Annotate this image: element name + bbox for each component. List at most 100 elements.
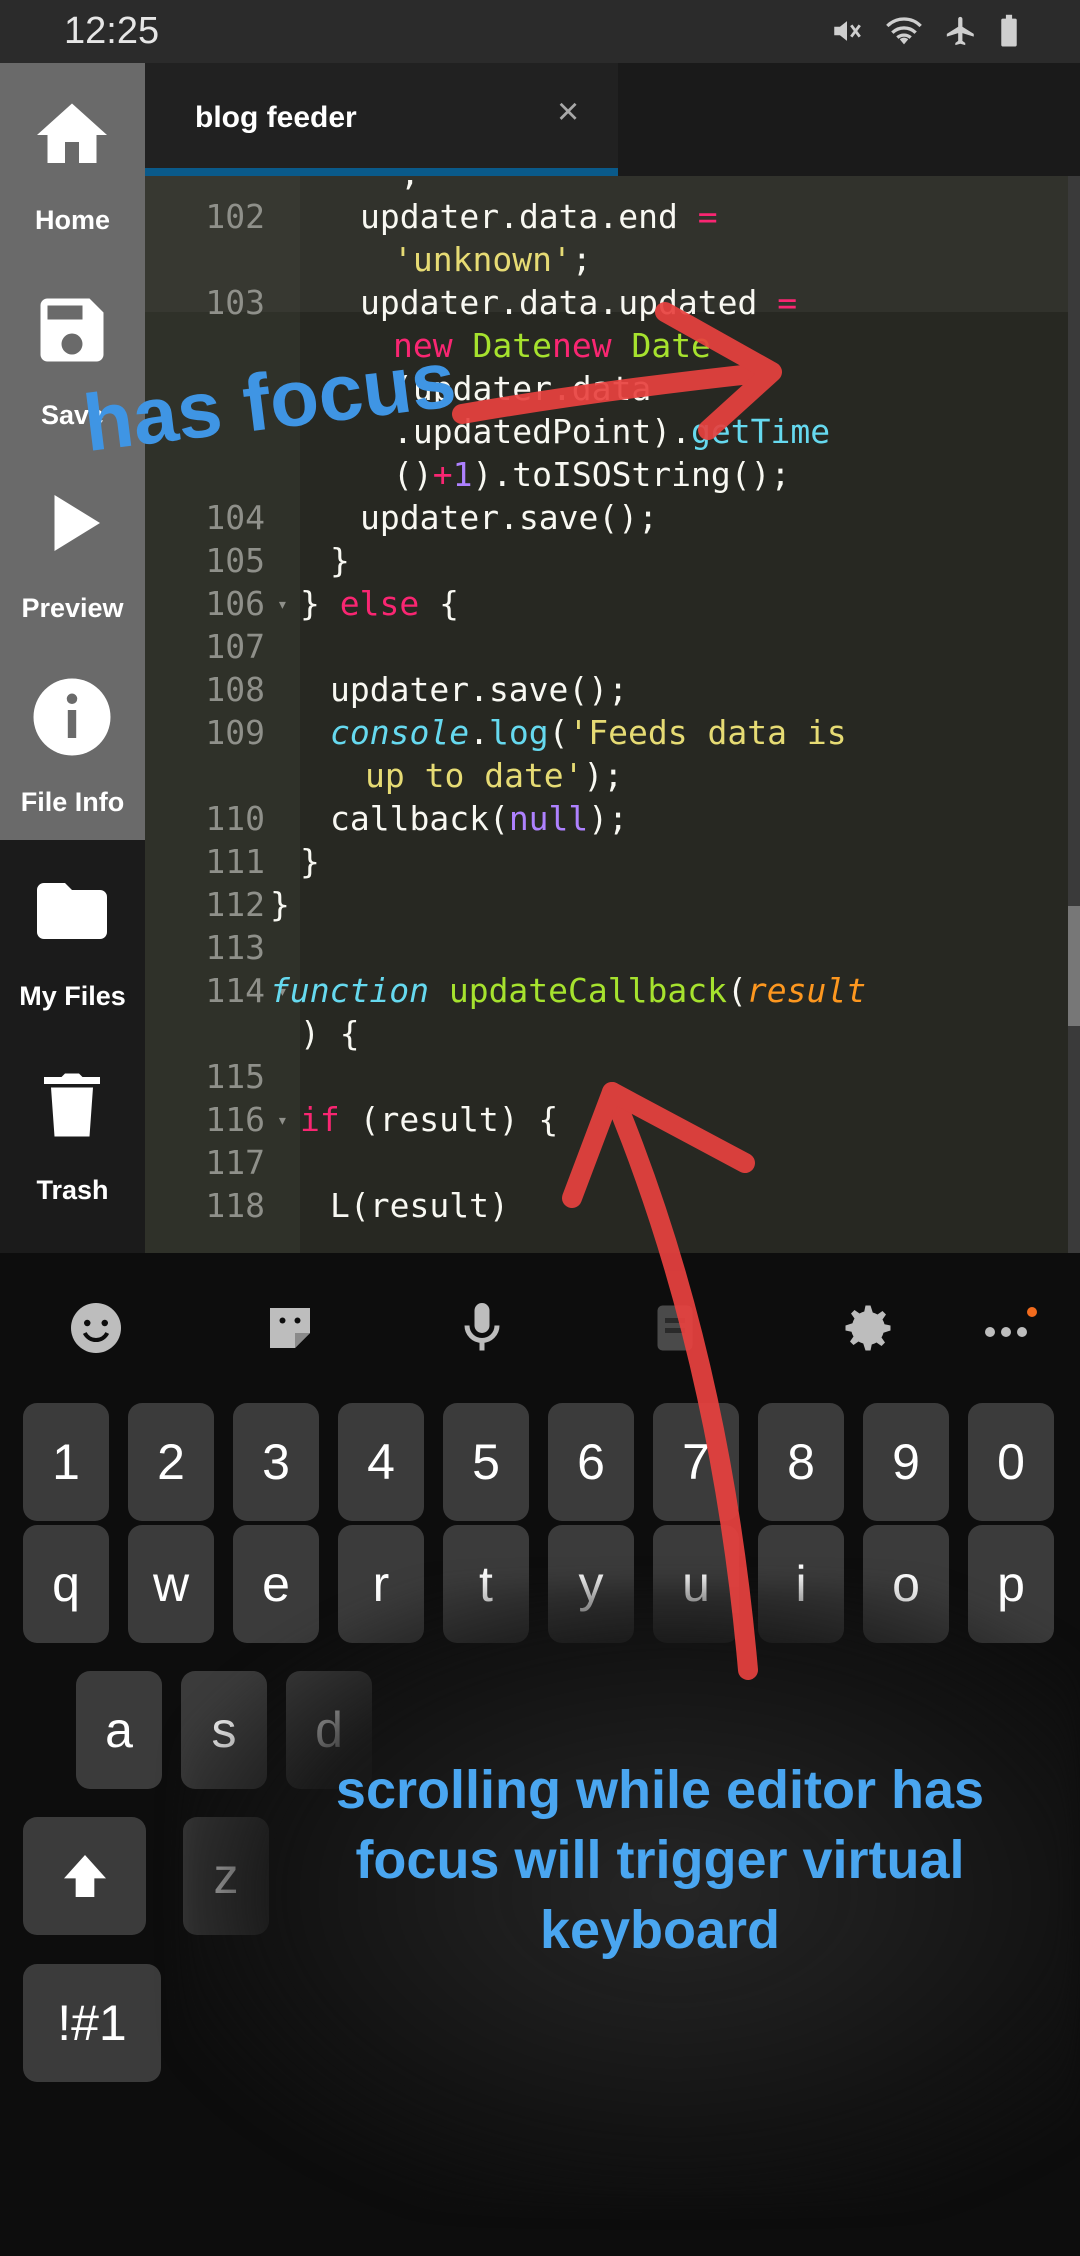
settings-icon[interactable] bbox=[838, 1298, 898, 1358]
sidebar-item-label: File Info bbox=[20, 787, 125, 817]
key-3[interactable]: 3 bbox=[233, 1403, 319, 1521]
line-number: 106 bbox=[205, 584, 265, 623]
fold-icon[interactable]: ▾ bbox=[277, 594, 288, 615]
close-icon[interactable]: × bbox=[557, 91, 579, 134]
line-number: 114 bbox=[205, 971, 265, 1010]
mute-icon bbox=[830, 14, 864, 53]
code-text: function updateCallback(result bbox=[270, 971, 867, 1010]
line-number: 110 bbox=[205, 799, 265, 838]
code-text: updater.data.updated = bbox=[360, 283, 798, 322]
code-line[interactable]: 112} bbox=[145, 885, 1080, 928]
status-bar: 12:25 bbox=[0, 0, 1080, 63]
line-number: 102 bbox=[205, 197, 265, 236]
code-line[interactable]: 'unknown'; bbox=[145, 240, 1080, 283]
key-5[interactable]: 5 bbox=[443, 1403, 529, 1521]
code-text: up to date'); bbox=[365, 756, 624, 795]
code-line[interactable]: 104 updater.save(); bbox=[145, 498, 1080, 541]
key-1[interactable]: 1 bbox=[23, 1403, 109, 1521]
status-icons bbox=[830, 14, 1020, 53]
emoji-icon[interactable] bbox=[66, 1298, 126, 1358]
code-text: } bbox=[330, 541, 350, 580]
sidebar-item-label: Trash bbox=[36, 1175, 109, 1205]
key-a[interactable]: a bbox=[76, 1671, 162, 1789]
sidebar-item-preview[interactable]: Preview bbox=[0, 481, 145, 671]
sidebar-item-label: Preview bbox=[21, 593, 124, 623]
clipboard-icon[interactable] bbox=[645, 1298, 705, 1358]
tab-bar: blog feeder × bbox=[145, 63, 1080, 176]
save-icon bbox=[40, 298, 104, 362]
airplane-icon bbox=[944, 14, 978, 53]
play-icon bbox=[54, 495, 100, 551]
code-line[interactable]: 111} bbox=[145, 842, 1080, 885]
code-line[interactable]: 113 bbox=[145, 928, 1080, 971]
code-line[interactable]: ) { bbox=[145, 1014, 1080, 1057]
tab-blog-feeder[interactable]: blog feeder × bbox=[145, 63, 618, 176]
code-editor[interactable]: ; 102 updater.data.end = 'unknown'; 103 updat… bbox=[145, 176, 1080, 1253]
battery-icon bbox=[998, 14, 1020, 53]
shift-key[interactable] bbox=[23, 1817, 146, 1935]
code-text: updater.save(); bbox=[360, 498, 659, 537]
code-text: ()+1).toISOString(); bbox=[393, 455, 791, 494]
code-text: } bbox=[300, 842, 320, 881]
sidebar-item-my-files[interactable]: My Files bbox=[0, 869, 145, 1059]
key-8[interactable]: 8 bbox=[758, 1403, 844, 1521]
code-line[interactable]: ()+1).toISOString(); bbox=[145, 455, 1080, 498]
sidebar-item-file-info[interactable]: File Info bbox=[0, 675, 145, 865]
annotation-scrolling-note: scrolling while editor has focus will tr… bbox=[310, 1755, 1010, 1965]
code-text: if (result) { bbox=[300, 1100, 559, 1139]
code-line[interactable]: 118 L(result) bbox=[145, 1186, 1080, 1229]
annotation-line: focus will trigger virtual bbox=[355, 1830, 965, 1890]
line-number: 109 bbox=[205, 713, 265, 752]
fold-icon[interactable]: ▾ bbox=[277, 1110, 288, 1131]
code-line[interactable]: 116 ▾ if (result) { bbox=[145, 1100, 1080, 1143]
code-line[interactable]: 102 updater.data.end = bbox=[145, 197, 1080, 240]
line-number: 112 bbox=[205, 885, 265, 924]
code-line[interactable]: 107 bbox=[145, 627, 1080, 670]
key-9[interactable]: 9 bbox=[863, 1403, 949, 1521]
folder-icon bbox=[37, 883, 107, 939]
code-text: updater.data.end = bbox=[360, 197, 718, 236]
sidebar-item-home[interactable]: Home bbox=[0, 93, 145, 283]
code-line[interactable]: 105} bbox=[145, 541, 1080, 584]
line-number: 104 bbox=[205, 498, 265, 537]
key-6[interactable]: 6 bbox=[548, 1403, 634, 1521]
code-line[interactable]: 110 callback(null); bbox=[145, 799, 1080, 842]
key-q[interactable]: q bbox=[23, 1525, 109, 1643]
sidebar-item-trash[interactable]: Trash bbox=[0, 1063, 145, 1253]
code-text: ) { bbox=[300, 1014, 360, 1053]
code-text: L(result) bbox=[330, 1186, 509, 1225]
code-line[interactable]: 114 ▾ function updateCallback(result bbox=[145, 971, 1080, 1014]
code-text: callback(null); bbox=[330, 799, 629, 838]
home-icon bbox=[37, 103, 107, 163]
line-number: 103 bbox=[205, 283, 265, 322]
status-time: 12:25 bbox=[64, 10, 160, 52]
line-number: 105 bbox=[205, 541, 265, 580]
line-number: 116 bbox=[205, 1100, 265, 1139]
code-line[interactable]: 103 updater.data.updated = bbox=[145, 283, 1080, 326]
symbols-key[interactable]: !#1 bbox=[23, 1964, 161, 2082]
code-text: console.log('Feeds data is bbox=[330, 713, 847, 752]
code-text: } bbox=[270, 885, 290, 924]
editor-scrollbar[interactable] bbox=[1068, 176, 1080, 1253]
code-line[interactable]: 115 bbox=[145, 1057, 1080, 1100]
shift-icon bbox=[63, 1855, 106, 1897]
key-0[interactable]: 0 bbox=[968, 1403, 1054, 1521]
code-text: } else { bbox=[300, 584, 459, 623]
mic-icon[interactable] bbox=[452, 1298, 512, 1358]
code-line[interactable]: 117 bbox=[145, 1143, 1080, 1186]
line-number: 118 bbox=[205, 1186, 265, 1225]
more-icon[interactable] bbox=[978, 1298, 1038, 1358]
sticker-icon[interactable] bbox=[260, 1298, 320, 1358]
key-2[interactable]: 2 bbox=[128, 1403, 214, 1521]
code-line[interactable]: 108 updater.save(); bbox=[145, 670, 1080, 713]
code-line[interactable]: 109 console.log('Feeds data is bbox=[145, 713, 1080, 756]
tab-active-indicator bbox=[145, 168, 618, 176]
code-line[interactable]: 106 ▾ } else { bbox=[145, 584, 1080, 627]
code-text: 'unknown'; bbox=[393, 240, 592, 279]
key-7[interactable]: 7 bbox=[653, 1403, 739, 1521]
key-4[interactable]: 4 bbox=[338, 1403, 424, 1521]
code-line[interactable]: ; bbox=[145, 176, 1080, 197]
line-number: 117 bbox=[205, 1143, 265, 1182]
scrollbar-thumb[interactable] bbox=[1068, 906, 1080, 1026]
code-line[interactable]: up to date'); bbox=[145, 756, 1080, 799]
